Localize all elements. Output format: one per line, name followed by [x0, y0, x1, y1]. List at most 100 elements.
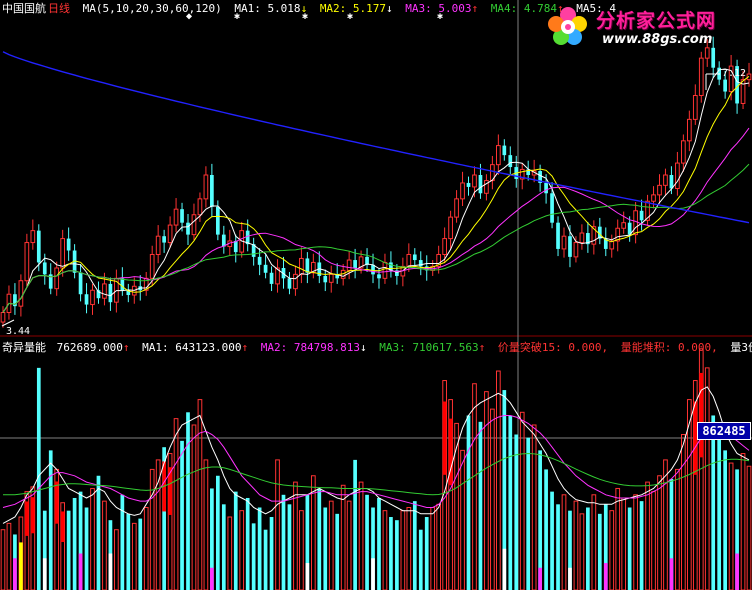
volume-overlay-block	[19, 542, 23, 590]
volume-bar-down	[508, 415, 513, 590]
volume-bar-down	[526, 437, 531, 590]
candle-body-up	[454, 198, 459, 218]
volume-bar-down	[544, 469, 548, 590]
candle-body-up	[686, 118, 692, 142]
candle-body-up	[346, 259, 352, 271]
candle-body-up	[90, 289, 95, 306]
candle-body-up	[173, 208, 179, 226]
candle-body-down	[323, 275, 328, 283]
candle-body-up	[203, 174, 209, 200]
header-marker-diamond: ◆	[186, 11, 193, 22]
candle-body-down	[36, 230, 41, 263]
volume-bar-up	[102, 500, 107, 590]
candle-body-down	[186, 222, 190, 235]
volume-bar-down	[221, 504, 226, 590]
ma-spec: MA(5,10,20,30,60,120)	[82, 2, 222, 15]
volume-bar-up	[197, 399, 203, 590]
volume-bar-down	[412, 501, 417, 590]
volume-bar-down	[627, 507, 632, 590]
candle-body-down	[353, 260, 357, 268]
indicator-value: 762689.000↑	[56, 341, 130, 354]
high-price-label: 7.12	[722, 68, 747, 79]
volume-overlay-block	[371, 558, 375, 590]
volume-panel-header: 奇异量能 762689.000↑ MA1: 643123.000↑ MA2: 7…	[2, 339, 752, 355]
candle-body-up	[495, 145, 501, 166]
volume-bar-down	[66, 510, 71, 590]
logo-url[interactable]: www.88gs.com	[602, 32, 712, 47]
candle-body-down	[377, 274, 381, 279]
volume-bar-up	[6, 522, 12, 590]
volume-bar-down	[84, 507, 89, 590]
ma2-value: MA2: 5.177↓	[319, 2, 393, 15]
candle-body-down	[412, 254, 417, 261]
candle-body-up	[561, 235, 567, 250]
volume-bar-down	[48, 450, 53, 590]
volume-overlay-block	[305, 563, 310, 590]
candle-body-up	[651, 194, 656, 202]
volume-bar-up	[681, 434, 686, 590]
candle-body-up	[692, 95, 698, 120]
candle-body-down	[550, 193, 554, 223]
header-marker-star: ✱	[302, 11, 309, 22]
period-label[interactable]: 日线	[48, 2, 70, 15]
candle-body-up	[299, 257, 304, 275]
candle-body-down	[478, 175, 483, 194]
candle-body-up	[167, 224, 173, 244]
low-price-label: 3.44	[6, 326, 31, 337]
candle-body-down	[42, 262, 47, 275]
candle-body-up	[191, 214, 197, 236]
volume-bar-up	[531, 424, 537, 590]
volume-bar-up	[340, 484, 346, 590]
volume-bar-down	[335, 513, 340, 590]
header-marker-star: ✱	[437, 11, 444, 22]
volume-bar-up	[406, 506, 412, 590]
candle-body-down	[269, 272, 274, 284]
volume-bar-up	[131, 522, 137, 590]
header-marker-star: ✱	[234, 11, 241, 22]
candle-body-down	[221, 234, 226, 247]
candle-body-down	[162, 236, 166, 243]
candle-body-down	[84, 294, 89, 305]
vol-ma1-value: MA1: 643123.000↑	[142, 341, 249, 354]
chart-canvas[interactable]	[0, 0, 752, 590]
volume-overlay-block	[13, 558, 17, 590]
volume-bar-down	[323, 507, 328, 590]
volume-bar-up	[645, 481, 650, 590]
candle-body-up	[681, 140, 686, 164]
candle-body-down	[120, 278, 125, 291]
candle-body-up	[328, 273, 334, 283]
indicator-name: 奇异量能	[2, 341, 46, 354]
candle-body-up	[657, 184, 662, 196]
volume-bar-up	[0, 529, 6, 590]
volume-overlay-block	[108, 553, 113, 590]
logo-title: 分析家公式网	[596, 10, 717, 32]
volume-bar-up	[561, 494, 567, 590]
volume-bar-down	[257, 507, 262, 590]
volume-bar-down	[245, 497, 250, 590]
volume-bar-up	[579, 513, 585, 590]
volume-bar-down	[377, 497, 381, 590]
vol-ma3-value: MA3: 710617.563↑	[379, 341, 486, 354]
volume-bar-up	[651, 491, 656, 590]
stock-chart-window[interactable]: 中国国航 日线 MA(5,10,20,30,60,120) MA1: 5.018↓…	[0, 0, 752, 590]
volume-bar-up	[663, 459, 668, 590]
candle-body-up	[633, 210, 638, 236]
volume-overlay-block	[603, 563, 608, 590]
candle-body-down	[257, 256, 262, 265]
candle-body-up	[293, 273, 298, 290]
ma5-line	[2, 68, 750, 313]
volume-bar-up	[573, 500, 579, 590]
volume-bar-up	[382, 510, 388, 590]
ma120-line	[2, 51, 750, 224]
volume-bar-up	[490, 408, 495, 590]
candle-body-up	[54, 267, 60, 290]
volume-bar-up	[173, 418, 179, 590]
candle-body-down	[508, 155, 513, 168]
qty-price-value: 量3价221: 0.000	[730, 341, 752, 354]
volume-bar-down	[711, 415, 716, 590]
site-logo: 分析家公式网 www.88gs.com	[546, 2, 746, 50]
volume-bar-down	[72, 497, 77, 590]
candle-body-down	[108, 283, 113, 303]
volume-bar-up	[203, 459, 209, 590]
candle-body-up	[579, 232, 585, 244]
